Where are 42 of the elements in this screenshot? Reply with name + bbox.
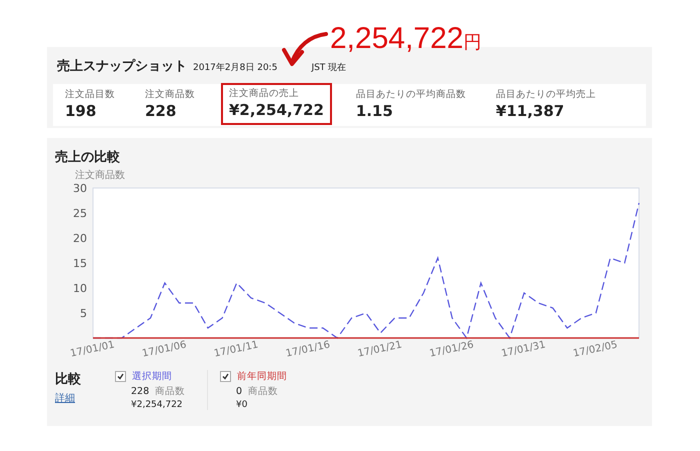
count-unit: 商品数: [248, 385, 278, 398]
metric-label: 品目あたりの平均売上: [496, 88, 596, 101]
details-link[interactable]: 詳細: [55, 391, 75, 405]
tick-label: 15: [73, 257, 87, 270]
series-name: 前年同期間: [237, 370, 287, 383]
checkbox[interactable]: [220, 371, 231, 382]
count-value: 0: [236, 386, 242, 397]
tick-label: 17/02/05: [572, 340, 618, 360]
sales-value: ¥0: [235, 400, 248, 410]
tick-label: 25: [73, 207, 87, 220]
tick-label: 17/01/31: [500, 340, 547, 360]
count-value: 228: [131, 386, 150, 397]
metric-label: 注文品目数: [65, 88, 115, 101]
metric-label: 注文商品の売上: [229, 87, 300, 100]
count-unit: 商品数: [155, 385, 186, 398]
tick-label: 5: [80, 307, 87, 320]
timestamp: 2017年2月8日 20:5: [193, 62, 278, 74]
metric-value: 228: [145, 102, 178, 120]
metric-value: 198: [65, 102, 98, 120]
tick-label: 17/01/21: [356, 340, 403, 360]
metric-value: ¥11,387: [496, 102, 566, 120]
panel-title: 売上の比較: [55, 149, 121, 166]
tick-label: 10: [73, 282, 87, 295]
tick-label: 20: [73, 232, 87, 245]
tick-label: 17/01/01: [69, 340, 116, 360]
metric-value: 1.15: [356, 102, 394, 120]
metric-value: ¥2,254,722: [229, 101, 324, 119]
legend-title: 比較: [55, 371, 82, 388]
checkbox[interactable]: [115, 371, 126, 382]
annotation-amount: 2,254,722円: [330, 22, 482, 57]
tick-label: 17/01/11: [213, 340, 260, 360]
series-name: 選択期間: [132, 370, 172, 383]
panel-title: 売上スナップショット: [57, 58, 187, 75]
tick-label: 17/01/16: [284, 340, 332, 360]
tick-label: 30: [73, 182, 87, 195]
sales-value: ¥2,254,722: [130, 400, 184, 410]
tick-label: 17/01/06: [141, 340, 188, 360]
axis-title: 注文商品数: [75, 170, 125, 181]
metric-label: 注文商品数: [145, 88, 195, 101]
metric-label: 品目あたりの平均商品数: [356, 88, 466, 101]
tick-label: 17/01/26: [428, 340, 475, 360]
timestamp: JST 現在: [311, 62, 346, 74]
